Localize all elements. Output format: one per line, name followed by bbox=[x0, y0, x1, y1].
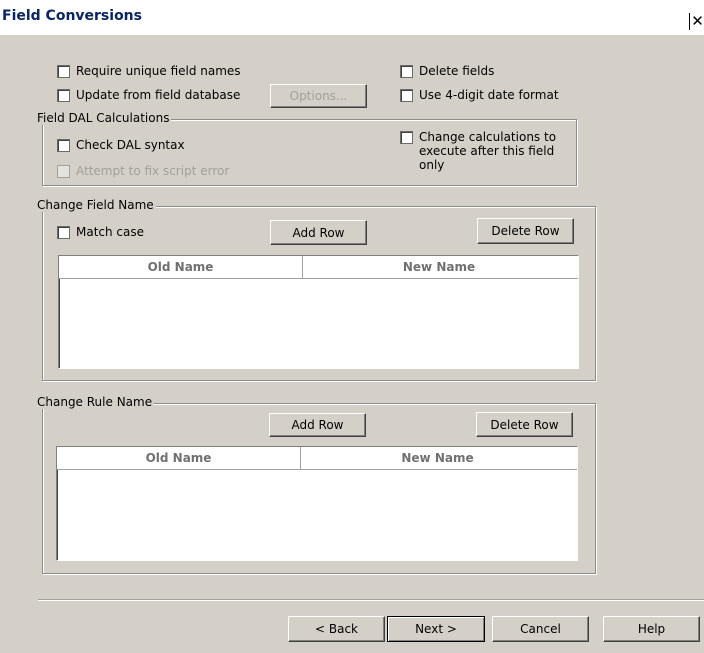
use-4digit-checkbox[interactable] bbox=[400, 89, 413, 102]
field-new-name-header[interactable]: New Name bbox=[303, 256, 575, 278]
rule-delete-row-button[interactable]: Delete Row bbox=[476, 412, 573, 437]
fix-script-error-label: Attempt to fix script error bbox=[76, 164, 230, 178]
change-calculations-checkbox[interactable] bbox=[400, 131, 413, 144]
field-name-legend: Change Field Name bbox=[35, 198, 156, 212]
cancel-button[interactable]: Cancel bbox=[492, 616, 589, 642]
footer-separator bbox=[38, 599, 704, 600]
check-dal-syntax-checkbox[interactable] bbox=[57, 139, 70, 152]
require-unique-checkbox[interactable] bbox=[57, 65, 70, 78]
rule-old-name-header[interactable]: Old Name bbox=[57, 447, 301, 469]
rule-name-legend: Change Rule Name bbox=[35, 395, 155, 409]
dal-legend: Field DAL Calculations bbox=[35, 111, 172, 125]
change-calculations-label-line3: only bbox=[419, 158, 445, 172]
field-name-grid[interactable]: Old Name New Name bbox=[58, 255, 579, 369]
options-button[interactable]: Options... bbox=[270, 84, 367, 108]
rule-add-row-button[interactable]: Add Row bbox=[269, 413, 366, 437]
match-case-checkbox[interactable] bbox=[57, 226, 70, 239]
check-dal-syntax-label: Check DAL syntax bbox=[76, 138, 185, 152]
close-icon[interactable]: ✕ bbox=[689, 13, 704, 30]
change-calculations-label-line1: Change calculations to bbox=[419, 130, 557, 144]
change-calculations-label: Change calculations to execute after thi… bbox=[419, 130, 556, 172]
fix-script-error-checkbox[interactable] bbox=[57, 165, 70, 178]
use-4digit-label: Use 4-digit date format bbox=[419, 88, 559, 102]
rule-name-grid-header: Old Name New Name bbox=[57, 447, 577, 470]
field-old-name-header[interactable]: Old Name bbox=[59, 256, 303, 278]
rule-new-name-header[interactable]: New Name bbox=[301, 447, 574, 469]
update-from-db-label: Update from field database bbox=[76, 88, 241, 102]
field-delete-row-button[interactable]: Delete Row bbox=[477, 218, 574, 244]
require-unique-label: Require unique field names bbox=[76, 64, 241, 78]
match-case-label: Match case bbox=[76, 225, 145, 239]
delete-fields-label: Delete fields bbox=[419, 64, 495, 78]
next-button[interactable]: Next > bbox=[387, 616, 485, 642]
change-calculations-label-line2: execute after this field bbox=[419, 144, 555, 158]
delete-fields-checkbox[interactable] bbox=[400, 65, 413, 78]
update-from-db-checkbox[interactable] bbox=[57, 89, 70, 102]
field-name-grid-header: Old Name New Name bbox=[59, 256, 578, 279]
rule-name-grid[interactable]: Old Name New Name bbox=[56, 446, 578, 561]
help-button[interactable]: Help bbox=[603, 616, 700, 642]
field-add-row-button[interactable]: Add Row bbox=[270, 220, 367, 245]
window-title: Field Conversions bbox=[2, 8, 142, 24]
back-button[interactable]: < Back bbox=[288, 616, 385, 642]
